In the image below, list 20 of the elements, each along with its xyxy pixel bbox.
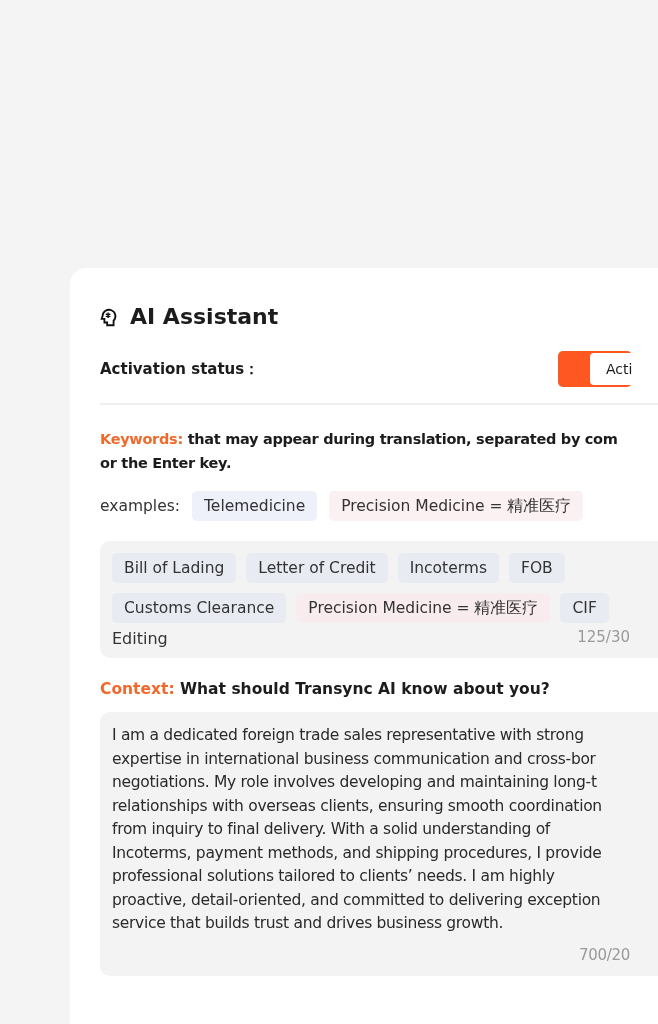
context-text: I am a dedicated foreign trade sales representative with strong expertise in international business communication and cross-bor negotiations. My role involves developing and maintaining long-t relationships with overseas clients, ensuring smooth coordination from inquiry to final delivery. With a solid understanding of Incoterms, payment methods, and shipping procedures, I provide professional solutions tailored to clients’ needs. I am highly proactive, detail-oriented, and committed to delivering exception service that builds trust and drives business growth.: [112, 725, 603, 934]
keyword-tag[interactable]: Incoterms: [397, 553, 499, 583]
keyword-tag[interactable]: Letter of Credit: [246, 553, 388, 583]
keyword-tag[interactable]: Customs Clearance: [112, 593, 287, 623]
keyword-tag[interactable]: Bill of Lading: [112, 553, 237, 583]
keyword-tag[interactable]: Precision Medicine = 精准医疗: [296, 593, 551, 623]
keyword-tag[interactable]: FOB: [508, 553, 565, 583]
examples-label: examples:: [100, 497, 180, 515]
keyword-tag[interactable]: Telemedicine: [192, 491, 318, 521]
character-count: 125/30: [577, 628, 630, 646]
context-question: Context: What should Transync AI know about you?: [100, 680, 551, 698]
keyword-tag[interactable]: CIF: [560, 593, 609, 623]
keywords-description: Keywords: that may appear during translation, separated by com or the Enter key.: [100, 430, 619, 473]
keyword-tag[interactable]: Precision Medicine = 精准医疗: [329, 491, 584, 521]
status-text: Acti: [606, 361, 633, 377]
activation-label: Activation status：: [100, 359, 260, 379]
keywords-field[interactable]: Bill of Lading Letter of Credit Incoterms FOB Customs Clearance Precision Medicine = 精准医疗 CIF Editing 125/30: [100, 541, 658, 658]
panel-title: AI Assistant: [130, 304, 279, 329]
activation-toggle[interactable]: Acti: [558, 351, 632, 387]
character-count: 700/20: [579, 945, 630, 966]
